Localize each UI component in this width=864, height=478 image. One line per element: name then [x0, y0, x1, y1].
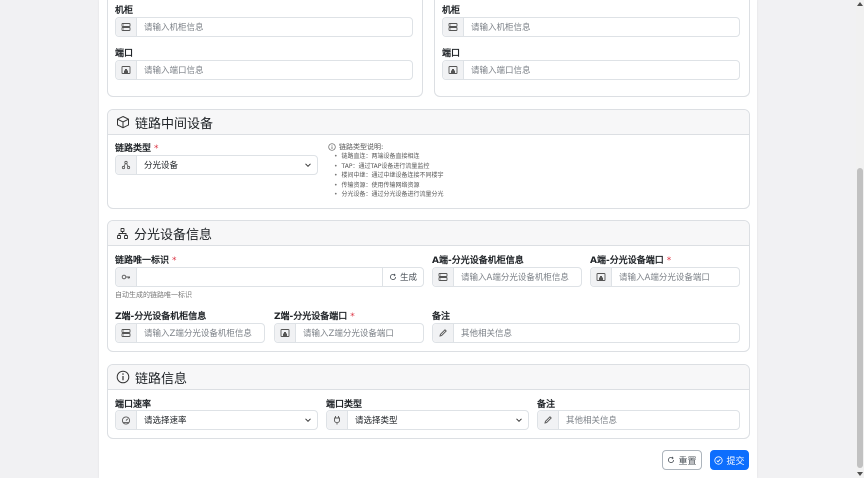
port-type-select[interactable]: 请选择类型 [326, 410, 529, 430]
link-type-info-title: 链路类型说明: [328, 142, 383, 152]
submit-button-label: 提交 [726, 456, 745, 467]
link-type-info-list: 链路直连：两端设备直接相连 TAP：通过TAP设备进行流量监控 楼间中继：通过中… [334, 152, 444, 200]
splitter-header: 分光设备信息 [108, 221, 749, 246]
pencil-icon [433, 324, 454, 342]
box-icon [117, 115, 129, 129]
reset-button-label: 重置 [678, 456, 697, 467]
z-port-label: Z端-分光设备端口 * [274, 312, 355, 322]
splitter-remark-input[interactable]: 其他相关信息 [432, 323, 740, 343]
server-icon [116, 324, 137, 342]
middle-device-header: 链路中间设备 [108, 110, 749, 135]
ethernet-icon [443, 61, 464, 79]
left-port-placeholder: 请输入端口信息 [144, 66, 204, 76]
right-endpoint-panel [434, 0, 750, 97]
link-type-label: 链路类型 * [115, 144, 159, 154]
scroll-up-arrow-icon[interactable] [857, 2, 863, 6]
diagram-icon [116, 156, 137, 174]
plug-icon [327, 411, 348, 429]
port-rate-label: 端口速率 [115, 400, 152, 410]
a-cabinet-label: A端-分光设备机柜信息 [432, 256, 524, 266]
link-id-label: 链路唯一标识 * [115, 256, 177, 266]
list-item: 楼间中继：通过中继设备连接不同楼宇 [334, 171, 444, 181]
check-circle-icon [714, 455, 724, 465]
server-icon [116, 18, 137, 36]
left-cabinet-placeholder: 请输入机柜信息 [144, 23, 204, 33]
list-item: 链路直连：两端设备直接相连 [334, 152, 444, 162]
a-cabinet-input[interactable]: 请输入A端分光设备机柜信息 [432, 267, 582, 287]
link-type-info-title-text: 链路类型说明: [339, 143, 384, 151]
link-type-value: 分光设备 [144, 161, 179, 171]
port-type-label: 端口类型 [326, 400, 363, 410]
key-icon [116, 268, 137, 286]
link-info-title: 链路信息 [135, 371, 188, 387]
info-circle-icon [328, 143, 336, 151]
refresh-icon [668, 456, 675, 463]
link-id-value [137, 268, 382, 286]
z-cabinet-placeholder: 请输入Z端分光设备机柜信息 [144, 329, 252, 339]
chevron-down-icon [299, 156, 317, 174]
link-info-header: 链路信息 [108, 365, 749, 390]
scroll-down-arrow-icon[interactable] [857, 472, 863, 476]
list-item: 传输资源：使用传输网络资源 [334, 181, 444, 191]
left-cabinet-label: 机柜 [115, 6, 134, 16]
chevron-down-icon [510, 411, 528, 429]
list-item: 分光设备：通过分光设备进行流量分光 [334, 190, 444, 200]
right-cabinet-placeholder: 请输入机柜信息 [471, 23, 531, 33]
z-port-input[interactable]: 请输入Z端分光设备端口 [274, 323, 424, 343]
z-cabinet-input[interactable]: 请输入Z端分光设备机柜信息 [115, 323, 265, 343]
submit-button[interactable]: 提交 [710, 450, 749, 470]
link-remark-placeholder: 其他相关信息 [566, 416, 618, 426]
z-port-placeholder: 请输入Z端分光设备端口 [303, 329, 394, 339]
list-item: TAP：通过TAP设备进行流量监控 [334, 162, 444, 172]
link-id-input[interactable]: 生成 [115, 267, 424, 287]
scrollbar-thumb[interactable] [857, 168, 863, 468]
left-port-label: 端口 [115, 49, 134, 59]
info-circle-icon [116, 370, 130, 384]
right-cabinet-label: 机柜 [442, 6, 461, 16]
ethernet-icon [275, 324, 296, 342]
server-icon [443, 18, 464, 36]
reset-button[interactable]: 重置 [662, 450, 702, 470]
z-cabinet-label: Z端-分光设备机柜信息 [115, 312, 207, 322]
pencil-icon [538, 411, 559, 429]
generate-button[interactable]: 生成 [381, 268, 423, 286]
link-remark-input[interactable]: 其他相关信息 [537, 410, 740, 430]
link-id-help: 自动生成的链路唯一标识 [115, 291, 192, 299]
link-type-select[interactable]: 分光设备 [115, 155, 318, 175]
link-remark-label: 备注 [537, 400, 556, 410]
port-rate-placeholder: 请选择速率 [144, 416, 187, 426]
diagram-icon [117, 227, 128, 239]
refresh-icon [390, 273, 396, 280]
a-port-placeholder: 请输入A端分光设备端口 [619, 273, 710, 283]
generate-button-label: 生成 [399, 273, 417, 283]
left-cabinet-input[interactable]: 请输入机柜信息 [115, 17, 413, 37]
left-endpoint-panel [107, 0, 423, 97]
right-port-placeholder: 请输入端口信息 [471, 66, 531, 76]
a-port-label: A端-分光设备端口 * [590, 256, 672, 266]
splitter-title: 分光设备信息 [134, 227, 213, 243]
chevron-down-icon [299, 411, 317, 429]
ethernet-icon [591, 268, 612, 286]
port-rate-select[interactable]: 请选择速率 [115, 410, 318, 430]
port-type-placeholder: 请选择类型 [355, 416, 398, 426]
middle-device-title: 链路中间设备 [135, 116, 214, 132]
speedometer-icon [116, 411, 137, 429]
ethernet-icon [116, 61, 137, 79]
left-port-input[interactable]: 请输入端口信息 [115, 60, 413, 80]
right-port-label: 端口 [442, 49, 461, 59]
a-cabinet-placeholder: 请输入A端分光设备机柜信息 [461, 273, 569, 283]
server-icon [433, 268, 454, 286]
right-cabinet-input[interactable]: 请输入机柜信息 [442, 17, 740, 37]
right-port-input[interactable]: 请输入端口信息 [442, 60, 740, 80]
splitter-remark-label: 备注 [432, 312, 451, 322]
a-port-input[interactable]: 请输入A端分光设备端口 [590, 267, 740, 287]
splitter-remark-placeholder: 其他相关信息 [461, 329, 513, 339]
